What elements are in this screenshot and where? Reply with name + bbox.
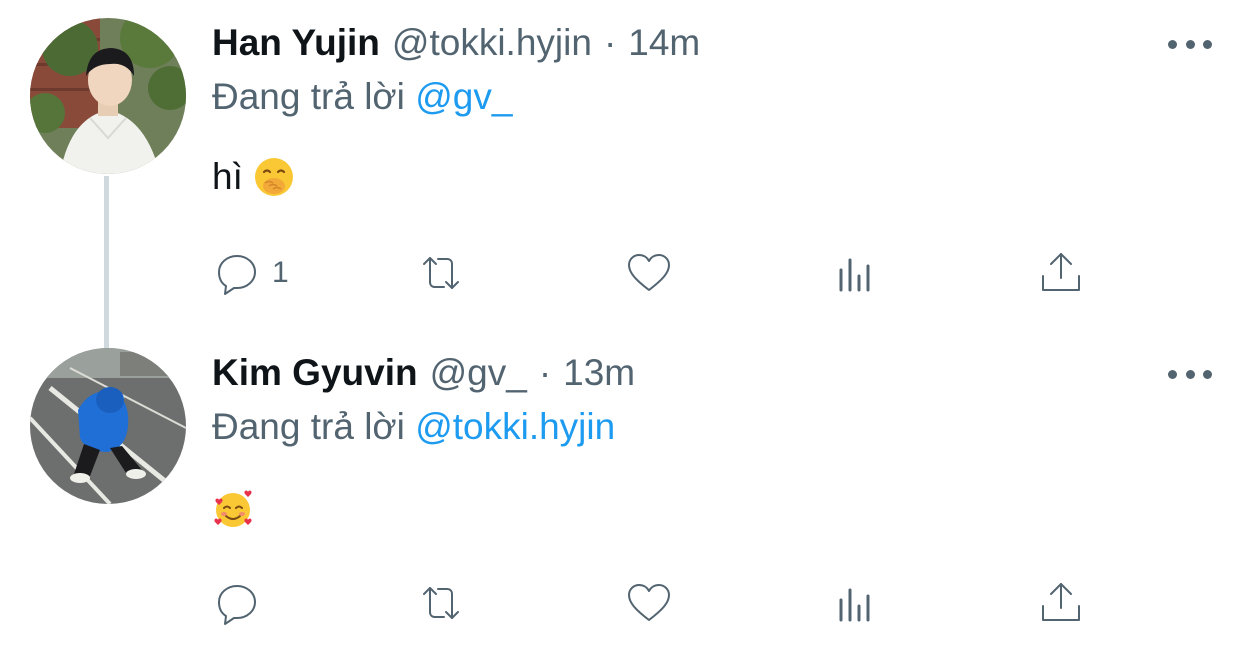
replying-to-prefix: Đang trả lời <box>212 406 405 447</box>
avatar-photo <box>30 348 186 504</box>
retweet-icon <box>423 587 459 619</box>
reply-mention-link[interactable]: @tokki.hyjin <box>415 406 615 447</box>
heart-icon <box>628 254 670 291</box>
reply-button[interactable] <box>212 578 272 628</box>
timestamp[interactable]: 13m <box>563 352 635 394</box>
avatar[interactable] <box>30 18 186 174</box>
tweet-kim-gyuvin[interactable]: Kim Gyuvin @gv_ · 13m Đang trả lời @tokk… <box>0 330 1242 650</box>
user-handle[interactable]: @gv_ <box>430 352 527 394</box>
header-separator: · <box>538 352 552 393</box>
replying-to: Đang trả lời @tokki.hyjin <box>212 406 615 448</box>
share-icon <box>1042 583 1080 621</box>
heart-icon <box>628 584 670 621</box>
comment-icon <box>218 585 256 625</box>
tweet-han-yujin[interactable]: Han Yujin @tokki.hyjin · 14m Đang trả lờ… <box>0 0 1242 330</box>
more-icon[interactable] <box>1168 32 1212 56</box>
user-handle[interactable]: @tokki.hyjin <box>392 22 592 64</box>
comment-icon <box>218 255 256 295</box>
tweet-header: Han Yujin @tokki.hyjin · 14m <box>212 22 700 68</box>
retweet-button[interactable] <box>416 248 466 298</box>
tweet-actions <box>212 578 1112 628</box>
like-button[interactable] <box>624 248 674 298</box>
views-icon <box>839 588 870 622</box>
replying-to-prefix: Đang trả lời <box>212 76 405 117</box>
views-button[interactable] <box>832 248 882 298</box>
display-name[interactable]: Kim Gyuvin <box>212 352 418 394</box>
more-icon[interactable] <box>1168 362 1212 386</box>
reply-count: 1 <box>272 256 289 289</box>
reply-mention-link[interactable]: @gv_ <box>415 76 512 117</box>
retweet-icon <box>423 257 459 289</box>
avatar-photo <box>30 18 186 174</box>
smiling-face-with-hearts-icon <box>214 490 252 527</box>
views-icon <box>839 258 870 292</box>
tweet-body: hì <box>212 156 243 197</box>
share-button[interactable] <box>1036 578 1086 628</box>
share-button[interactable] <box>1036 248 1086 298</box>
face-with-hand-over-mouth-icon <box>254 158 293 196</box>
views-button[interactable] <box>832 578 882 628</box>
tweet-text <box>212 488 254 530</box>
retweet-button[interactable] <box>416 578 466 628</box>
display-name[interactable]: Han Yujin <box>212 22 380 64</box>
timestamp[interactable]: 14m <box>628 22 700 64</box>
like-button[interactable] <box>624 578 674 628</box>
tweet-text: hì <box>212 156 295 198</box>
share-icon <box>1042 253 1080 291</box>
replying-to: Đang trả lời @gv_ <box>212 76 512 118</box>
reply-button[interactable]: 1 <box>212 248 289 298</box>
avatar[interactable] <box>30 348 186 504</box>
tweet-actions: 1 <box>212 248 1112 298</box>
tweet-header: Kim Gyuvin @gv_ · 13m <box>212 352 635 398</box>
header-separator: · <box>603 22 617 63</box>
